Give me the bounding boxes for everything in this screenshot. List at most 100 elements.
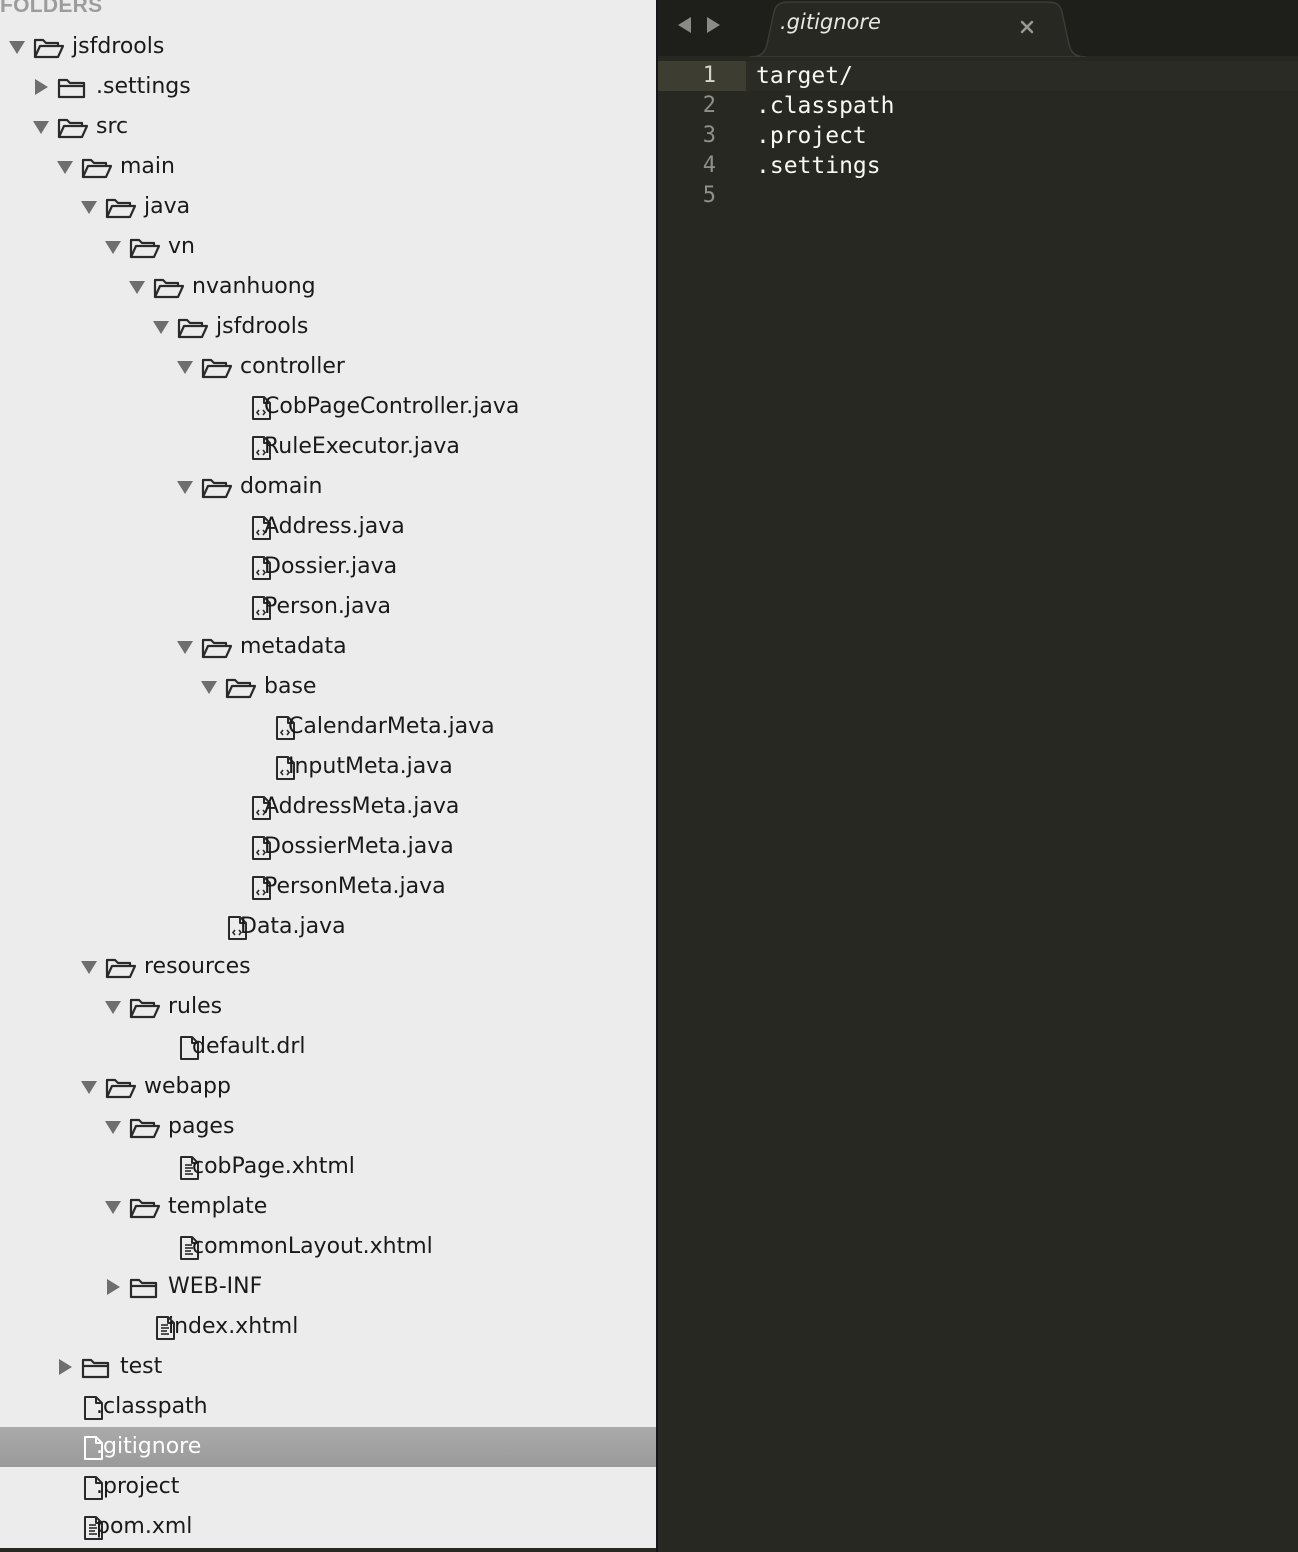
tree-file-person-java[interactable]: Person.java [0, 587, 656, 627]
code-line[interactable]: .classpath [756, 91, 894, 121]
tree-folder-src[interactable]: src [0, 107, 656, 147]
line-number: 1 [658, 61, 746, 91]
tree-folder-nvanhuong[interactable]: nvanhuong [0, 267, 656, 307]
disclosure-expanded-icon[interactable] [30, 107, 52, 147]
tree-file-pom-xml[interactable]: pom.xml [0, 1507, 656, 1547]
tree-item-label: .settings [96, 74, 191, 99]
tree-folder-webapp[interactable]: webapp [0, 1067, 656, 1107]
tree-folder-web-inf[interactable]: WEB-INF [0, 1267, 656, 1307]
tree-file-personmeta-java[interactable]: PersonMeta.java [0, 867, 656, 907]
tab-close-button[interactable] [1018, 18, 1036, 36]
tree-folder-domain[interactable]: domain [0, 467, 656, 507]
disclosure-expanded-icon[interactable] [102, 1107, 124, 1147]
tree-item-label: java [144, 194, 191, 219]
disclosure-collapsed-icon[interactable] [54, 1347, 76, 1387]
disclosure-collapsed-icon[interactable] [30, 67, 52, 107]
tree-folder-controller[interactable]: controller [0, 347, 656, 387]
tree-item-label: Address.java [264, 514, 405, 539]
tree-file-default-drl[interactable]: default.drl [0, 1027, 656, 1067]
line-number: 4 [658, 151, 746, 181]
tree-item-label: Dossier.java [264, 554, 398, 579]
tree-item-label: CobPageController.java [264, 394, 520, 419]
tree-item-label: .project [96, 1474, 180, 1499]
tree-folder-jsfdrools[interactable]: jsfdrools [0, 307, 656, 347]
tree-folder-settings[interactable]: .settings [0, 67, 656, 107]
tree-folder-jsfdrools[interactable]: jsfdrools [0, 27, 656, 67]
tree-file-index-xhtml[interactable]: index.xhtml [0, 1307, 656, 1347]
code-line[interactable]: .settings [756, 151, 881, 181]
tree-folder-rules[interactable]: rules [0, 987, 656, 1027]
folder-open-icon [176, 307, 209, 347]
tree-file-project[interactable]: .project [0, 1467, 656, 1507]
disclosure-expanded-icon[interactable] [198, 667, 220, 707]
tree-folder-java[interactable]: java [0, 187, 656, 227]
tree-item-label: rules [168, 994, 223, 1019]
folder-open-icon [104, 947, 137, 987]
code-line[interactable]: .project [756, 121, 867, 151]
tree-file-classpath[interactable]: .classpath [0, 1387, 656, 1427]
tree-folder-vn[interactable]: vn [0, 227, 656, 267]
disclosure-expanded-icon[interactable] [174, 347, 196, 387]
folder-icon [128, 1267, 160, 1307]
disclosure-expanded-icon[interactable] [78, 1067, 100, 1107]
tree-item-label: AddressMeta.java [264, 794, 460, 819]
folder-open-icon [152, 267, 185, 307]
tree-file-inputmeta-java[interactable]: InputMeta.java [0, 747, 656, 787]
folder-open-icon [200, 627, 233, 667]
sidebar: FOLDERS jsfdrools .settings src main java vn n… [0, 0, 656, 1548]
tree-item-label: metadata [240, 634, 347, 659]
tree-file-address-java[interactable]: Address.java [0, 507, 656, 547]
folder-open-icon [104, 187, 137, 227]
code-line[interactable]: target/ [756, 61, 853, 91]
folder-open-icon [32, 27, 65, 67]
tree-file-data-java[interactable]: Data.java [0, 907, 656, 947]
tab-bar: .gitignore [658, 0, 1298, 57]
tree-item-label: .classpath [96, 1394, 208, 1419]
tree-file-dossiermeta-java[interactable]: DossierMeta.java [0, 827, 656, 867]
tree-file-cobpage-xhtml[interactable]: cobPage.xhtml [0, 1147, 656, 1187]
line-number-text: 5 [702, 183, 716, 208]
disclosure-expanded-icon[interactable] [102, 227, 124, 267]
tree-folder-template[interactable]: template [0, 1187, 656, 1227]
tab-gitignore[interactable]: .gitignore [750, 0, 1086, 57]
disclosure-expanded-icon[interactable] [54, 147, 76, 187]
tree-file-ruleexecutor-java[interactable]: RuleExecutor.java [0, 427, 656, 467]
nav-back-button[interactable] [674, 14, 696, 36]
disclosure-expanded-icon[interactable] [78, 187, 100, 227]
tree-folder-resources[interactable]: resources [0, 947, 656, 987]
disclosure-expanded-icon[interactable] [102, 1187, 124, 1227]
folder-open-icon [128, 987, 161, 1027]
disclosure-collapsed-icon[interactable] [102, 1267, 124, 1307]
folder-open-icon [224, 667, 257, 707]
tree-file-commonlayout-xhtml[interactable]: commonLayout.xhtml [0, 1227, 656, 1267]
tree-item-label: commonLayout.xhtml [192, 1234, 433, 1259]
tree-folder-pages[interactable]: pages [0, 1107, 656, 1147]
disclosure-expanded-icon[interactable] [6, 27, 28, 67]
tree-item-label: main [120, 154, 175, 179]
disclosure-expanded-icon[interactable] [174, 467, 196, 507]
disclosure-expanded-icon[interactable] [174, 627, 196, 667]
tree-folder-base[interactable]: base [0, 667, 656, 707]
disclosure-expanded-icon[interactable] [126, 267, 148, 307]
tree-folder-metadata[interactable]: metadata [0, 627, 656, 667]
triangle-right-icon [707, 17, 720, 33]
tree-file-dossier-java[interactable]: Dossier.java [0, 547, 656, 587]
tree-file-calendarmeta-java[interactable]: CalendarMeta.java [0, 707, 656, 747]
tree-item-label: domain [240, 474, 323, 499]
disclosure-expanded-icon[interactable] [150, 307, 172, 347]
tree-folder-main[interactable]: main [0, 147, 656, 187]
nav-forward-button[interactable] [702, 14, 724, 36]
tree-folder-test[interactable]: test [0, 1347, 656, 1387]
line-number-text: 4 [702, 153, 716, 178]
tree-item-label: RuleExecutor.java [264, 434, 460, 459]
folder-icon [56, 67, 88, 107]
tree-file-cobpagecontroller-java[interactable]: CobPageController.java [0, 387, 656, 427]
tree-item-label: webapp [144, 1074, 231, 1099]
tree-item-label: DossierMeta.java [264, 834, 454, 859]
tree-item-label: base [264, 674, 317, 699]
disclosure-expanded-icon[interactable] [78, 947, 100, 987]
tree-file-gitignore[interactable]: .gitignore [0, 1427, 656, 1467]
tree-item-label: index.xhtml [168, 1314, 299, 1339]
tree-file-addressmeta-java[interactable]: AddressMeta.java [0, 787, 656, 827]
disclosure-expanded-icon[interactable] [102, 987, 124, 1027]
